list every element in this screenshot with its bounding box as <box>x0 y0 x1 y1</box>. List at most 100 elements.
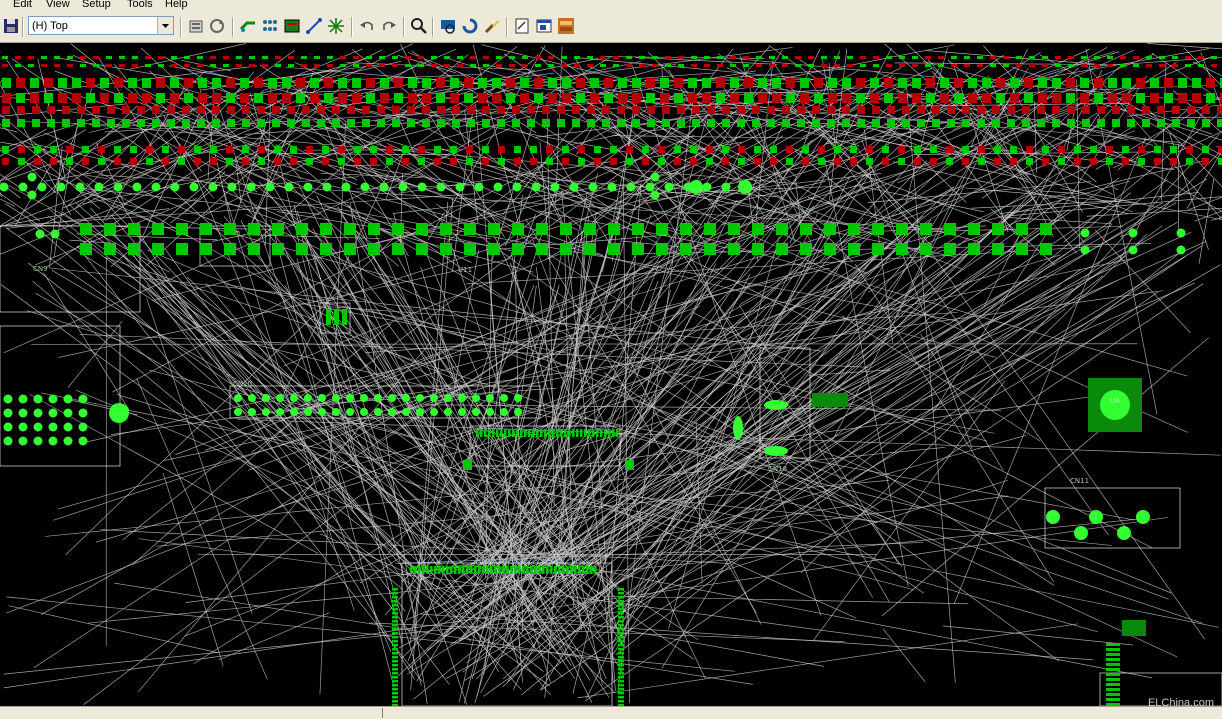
smd-pad <box>1146 64 1152 67</box>
smd-pad <box>380 78 389 88</box>
report-icon[interactable] <box>513 17 531 35</box>
menu-edit[interactable]: Edit <box>13 0 32 11</box>
smd-pad <box>1217 119 1222 127</box>
smd-pad <box>912 56 918 59</box>
connector-pin <box>486 394 494 402</box>
smd-pad <box>366 78 375 88</box>
ic-pin <box>560 429 563 437</box>
ratsnest-line <box>628 241 886 578</box>
board-icon[interactable] <box>283 17 301 35</box>
smd-pad <box>1138 146 1145 153</box>
menu-tools[interactable]: Tools <box>127 0 153 11</box>
chevron-down-icon[interactable] <box>157 17 173 34</box>
smd-pad <box>690 146 697 153</box>
smd-pad <box>587 56 593 59</box>
clean-icon[interactable] <box>483 17 501 35</box>
smd-pad <box>184 78 193 88</box>
layer-select[interactable]: (H) Top <box>28 16 174 35</box>
ic-pin <box>618 632 624 635</box>
ic-pin <box>392 612 398 615</box>
pcb-design-canvas[interactable]: CN9 U11 CN20 CN18 CN11 U4 <box>0 43 1222 706</box>
menu-view[interactable]: View <box>46 0 70 11</box>
smd-pad <box>257 119 265 127</box>
ic-pin <box>392 592 398 595</box>
smd-pad <box>1010 158 1017 165</box>
smd-pad <box>254 93 263 103</box>
ic-pin <box>618 588 624 591</box>
via-pad <box>722 183 731 192</box>
connector-pin <box>4 437 13 446</box>
menu-help[interactable]: Help <box>165 0 188 11</box>
smd-pad <box>1052 106 1060 114</box>
smd-pad <box>930 158 937 165</box>
smd-pad <box>795 64 801 67</box>
smd-pad <box>1082 106 1090 114</box>
save-icon[interactable] <box>2 17 20 35</box>
ic-pin <box>392 652 398 655</box>
smd-pad <box>274 158 281 165</box>
smd-pad <box>1010 78 1019 88</box>
smd-pad <box>782 56 788 59</box>
component-pad <box>512 223 524 235</box>
smd-pad <box>1218 146 1222 153</box>
smd-pad <box>1187 106 1195 114</box>
ref-label-u11: U11 <box>458 266 472 274</box>
refresh-icon[interactable] <box>208 17 226 35</box>
pcb-layout[interactable]: CN9 U11 CN20 CN18 CN11 U4 <box>0 43 1222 706</box>
zoom-icon[interactable] <box>410 17 428 35</box>
view-all-icon[interactable] <box>439 17 457 35</box>
smd-pad <box>1094 78 1103 88</box>
smd-pad <box>1211 56 1217 59</box>
connector-pin <box>764 400 788 410</box>
smd-pad <box>940 93 949 103</box>
connector-pin <box>1046 510 1060 524</box>
component-pad <box>224 223 236 235</box>
ic-pin <box>526 566 529 574</box>
smd-pad <box>1067 119 1075 127</box>
route-icon[interactable] <box>239 17 257 35</box>
smd-pad <box>782 64 788 67</box>
connector-pin <box>318 394 326 402</box>
ref-label-u4: U4 <box>1110 397 1120 405</box>
smd-pad <box>1185 64 1191 67</box>
smd-pad <box>1136 93 1145 103</box>
smd-pad <box>92 119 100 127</box>
smd-pad <box>758 78 767 88</box>
redraw-icon[interactable] <box>461 17 479 35</box>
properties-icon[interactable] <box>187 17 205 35</box>
menu-setup[interactable]: Setup <box>82 0 111 11</box>
add-trace-icon[interactable] <box>305 17 323 35</box>
smd-pad <box>80 64 86 67</box>
smd-pad <box>716 78 725 88</box>
pads-logo-icon[interactable] <box>557 17 575 35</box>
smd-pad <box>464 93 473 103</box>
connector-pin <box>79 423 88 432</box>
ic-pin <box>568 429 571 437</box>
redo-icon[interactable] <box>380 17 398 35</box>
smd-pad <box>604 93 613 103</box>
smd-pad <box>962 146 969 153</box>
component-pad <box>536 243 548 255</box>
copper-pour-icon[interactable] <box>261 17 279 35</box>
window-icon[interactable] <box>535 17 553 35</box>
toolbar-separator <box>232 17 234 37</box>
smd-pad <box>756 64 762 67</box>
ratsnest-icon[interactable] <box>327 17 345 35</box>
ic-pin <box>392 608 398 611</box>
smd-pad <box>1022 106 1030 114</box>
smd-pad <box>707 106 715 114</box>
ic-pin <box>392 616 398 619</box>
smd-pad <box>613 56 619 59</box>
smd-pad <box>962 158 969 165</box>
connector-pin <box>416 394 424 402</box>
smd-pad <box>340 64 346 67</box>
connector-pin <box>49 437 58 446</box>
connector-pin <box>304 394 312 402</box>
connector-pin <box>1074 526 1088 540</box>
smd-pad <box>738 146 745 153</box>
smd-pad <box>1170 146 1177 153</box>
ic-pin <box>1106 678 1120 681</box>
smd-pad <box>1122 93 1131 103</box>
smd-pad <box>926 93 935 103</box>
undo-icon[interactable] <box>358 17 376 35</box>
